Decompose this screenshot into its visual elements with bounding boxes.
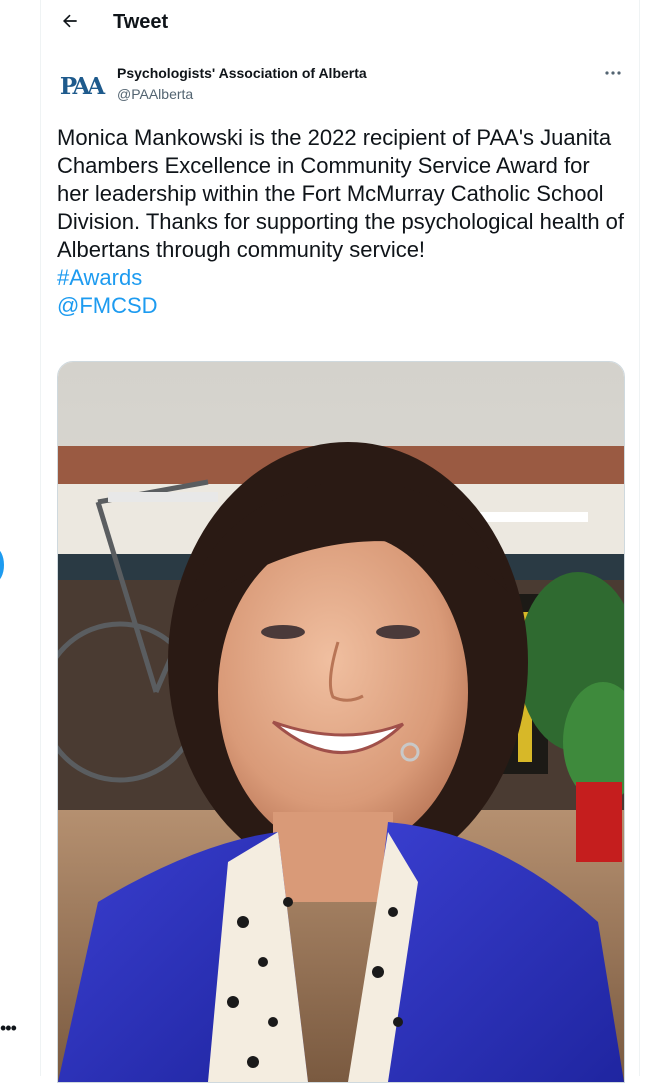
account-more-icon[interactable]: ••• bbox=[0, 1018, 17, 1039]
more-button[interactable] bbox=[599, 62, 627, 84]
portrait-photo: 2022 bbox=[58, 362, 624, 1082]
tweet-text: Monica Mankowski is the 2022 recipient o… bbox=[57, 125, 625, 262]
main-column: Tweet PAA Psychologists' Association of … bbox=[40, 0, 640, 1083]
more-horizontal-icon bbox=[605, 71, 621, 75]
author-name[interactable]: Psychologists' Association of Alberta bbox=[117, 65, 367, 81]
author-handle[interactable]: @PAAlberta bbox=[117, 86, 193, 102]
mention-link[interactable]: @FMCSD bbox=[57, 292, 625, 320]
avatar[interactable]: PAA bbox=[57, 62, 105, 110]
page-title: Tweet bbox=[113, 11, 169, 33]
tweet-compose-button-edge[interactable] bbox=[0, 548, 4, 582]
tweet-author: PAA Psychologists' Association of Albert… bbox=[57, 60, 627, 110]
hashtag-link[interactable]: #Awards bbox=[57, 264, 625, 292]
arrow-left-icon bbox=[63, 14, 77, 28]
back-button[interactable] bbox=[55, 6, 85, 36]
tweet-photo[interactable]: 2022 bbox=[57, 361, 625, 1083]
left-nav-rail: ••• bbox=[0, 0, 40, 1076]
page-header: Tweet bbox=[41, 0, 639, 46]
paa-logo: PAA bbox=[59, 72, 105, 100]
tweet-body: Monica Mankowski is the 2022 recipient o… bbox=[57, 124, 625, 320]
